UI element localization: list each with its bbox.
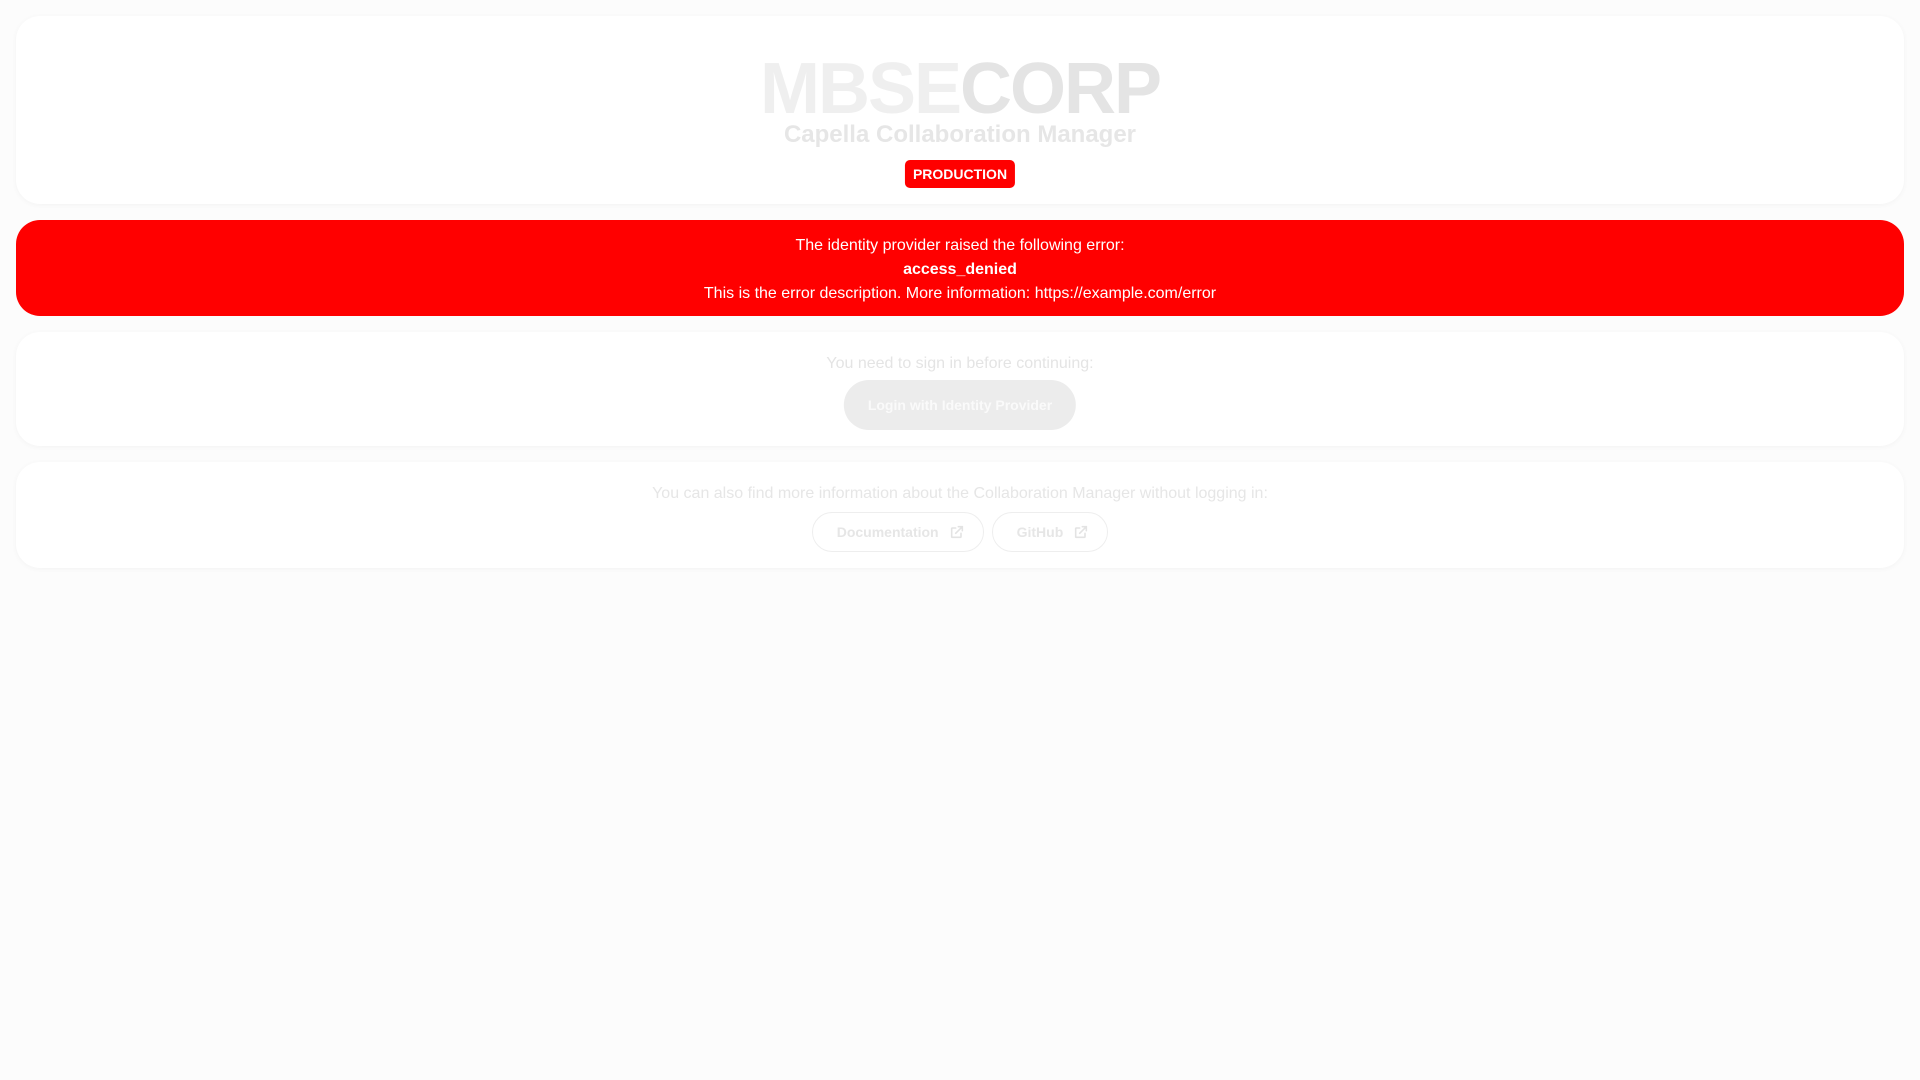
external-link-icon bbox=[1073, 524, 1089, 540]
error-intro: The identity provider raised the followi… bbox=[795, 237, 1125, 254]
environment-badge: PRODUCTION bbox=[904, 160, 1016, 188]
signin-card: You need to sign in before continuing: L… bbox=[16, 332, 1904, 446]
login-page: MBSECORP Capella Collaboration Manager P… bbox=[0, 0, 1920, 1080]
logo-part-corp: CORP bbox=[960, 49, 1162, 129]
error-description: This is the error description. More info… bbox=[703, 285, 1217, 302]
external-link-icon bbox=[949, 524, 965, 540]
logo-part-mbse: MBSE bbox=[759, 49, 962, 129]
github-link[interactable]: GitHub bbox=[991, 512, 1109, 552]
app-title: Capella Collaboration Manager bbox=[783, 121, 1137, 148]
info-text: You can also find more information about… bbox=[652, 485, 1268, 502]
documentation-link[interactable]: Documentation bbox=[811, 512, 984, 552]
error-code: access_denied bbox=[903, 261, 1017, 278]
login-button[interactable]: Login with Identity Provider bbox=[843, 380, 1077, 430]
documentation-link-label: Documentation bbox=[836, 524, 939, 540]
header-card: MBSECORP Capella Collaboration Manager P… bbox=[16, 16, 1904, 204]
link-row: Documentation GitHub bbox=[16, 512, 1904, 552]
error-banner: The identity provider raised the followi… bbox=[16, 220, 1904, 316]
logo: MBSECORP bbox=[16, 48, 1904, 130]
info-card: You can also find more information about… bbox=[16, 462, 1904, 568]
signin-prompt: You need to sign in before continuing: bbox=[826, 355, 1094, 372]
github-link-label: GitHub bbox=[1016, 524, 1064, 540]
